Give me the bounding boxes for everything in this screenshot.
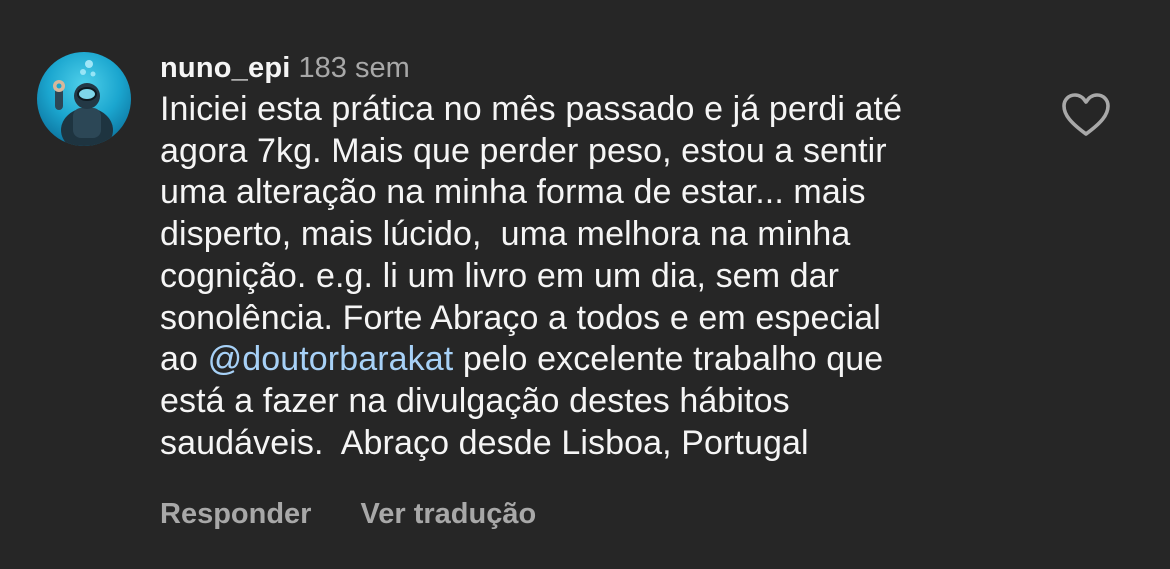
- reply-button[interactable]: Responder: [160, 498, 311, 530]
- avatar[interactable]: [37, 52, 131, 146]
- like-button[interactable]: [1061, 92, 1111, 138]
- comment-line: disperto, mais lúcido, uma melhora na mi…: [160, 215, 851, 254]
- comment-body: nuno_epi 183 sem Iniciei esta prática no …: [160, 48, 1010, 464]
- comment-line: uma alteração na minha forma de estar...…: [160, 173, 866, 212]
- username-link[interactable]: nuno_epi: [160, 52, 291, 84]
- comment-text-segment: pelo excelente trabalho que: [453, 340, 884, 379]
- diver-avatar-image: [37, 52, 131, 146]
- comment-line: cognição. e.g. li um livro em um dia, se…: [160, 256, 840, 295]
- comment-header: nuno_epi 183 sem: [160, 48, 1010, 88]
- comment: nuno_epi 183 sem Iniciei esta prática no …: [0, 0, 1170, 569]
- comment-text: Iniciei esta prática no mês passado e já…: [160, 89, 1010, 464]
- comment-line: saudáveis. Abraço desde Lisboa, Portugal: [160, 423, 809, 462]
- comment-line: está a fazer na divulgação destes hábito…: [160, 381, 790, 420]
- comment-actions: Responder Ver tradução: [160, 494, 536, 534]
- comment-line-with-mention: ao @doutorbarakat pelo excelente trabalh…: [160, 339, 1010, 381]
- mention-link[interactable]: @doutorbarakat: [208, 340, 454, 378]
- comment-line: agora 7kg. Mais que perder peso, estou a…: [160, 131, 887, 170]
- comment-text-segment: ao: [160, 340, 208, 379]
- heart-outline-icon: [1062, 93, 1110, 136]
- comment-timestamp: 183 sem: [298, 52, 410, 84]
- comment-line: Iniciei esta prática no mês passado e já…: [160, 90, 903, 128]
- comment-line: sonolência. Forte Abraço a todos e em es…: [160, 298, 881, 337]
- translate-button[interactable]: Ver tradução: [360, 498, 536, 530]
